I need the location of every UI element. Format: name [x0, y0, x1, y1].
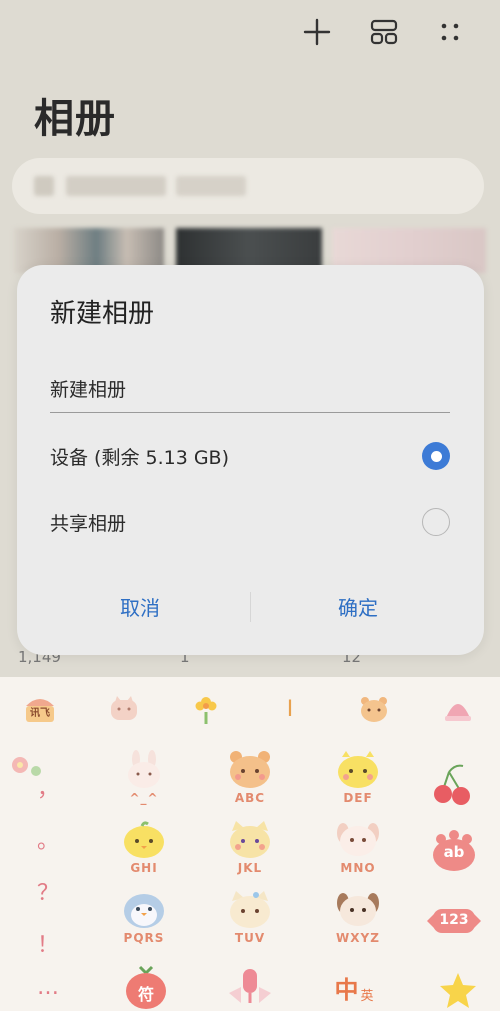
key-pqrs[interactable]: PQRS	[94, 889, 194, 955]
app-bar	[0, 0, 500, 70]
punctuation-comma[interactable]: ，	[14, 771, 82, 803]
key-ghi[interactable]: GHI	[94, 819, 194, 885]
ime-logo-text: 讯飞	[30, 708, 50, 719]
key-abc[interactable]: ABC	[200, 749, 300, 815]
key-label: WXYZ	[336, 931, 380, 945]
key-wxyz[interactable]: WXYZ	[308, 889, 408, 955]
hat-icon[interactable]	[440, 691, 476, 727]
layout-icon[interactable]	[364, 14, 404, 50]
keyboard: 讯飞 I ， 。 ？ ！ … ^_^ ABC DEF GHI JKL MNO a…	[0, 677, 500, 1011]
option-shared-album[interactable]: 共享相册	[50, 497, 450, 547]
cancel-button[interactable]: 取消	[50, 583, 230, 629]
bear-icon	[230, 751, 270, 788]
punctuation-exclamation[interactable]: ！	[14, 927, 82, 959]
flower-icon[interactable]	[188, 691, 224, 727]
blurred-text	[176, 176, 246, 196]
key-label: 123	[439, 912, 469, 928]
penguin-icon	[124, 894, 164, 928]
blurred-text	[34, 176, 54, 196]
key-switch-ab[interactable]: ab	[422, 823, 486, 879]
key-tuv[interactable]: TUV	[200, 889, 300, 955]
key-label: TUV	[234, 931, 266, 945]
key-jkl[interactable]: JKL	[200, 819, 300, 885]
chick-icon	[124, 821, 164, 858]
key-def[interactable]: DEF	[308, 749, 408, 815]
key-label: MNO	[340, 861, 376, 875]
radio-selected[interactable]	[422, 442, 450, 470]
add-icon[interactable]	[297, 14, 337, 50]
key-label: DEF	[343, 791, 373, 805]
star-key-icon[interactable]	[426, 963, 490, 1011]
search-bar[interactable]	[12, 158, 484, 214]
key-label: ^_^	[129, 791, 159, 805]
key-label: JKL	[237, 861, 263, 875]
blurred-text	[66, 176, 166, 196]
ime-logo-icon[interactable]: 讯飞	[22, 691, 58, 727]
key-label: ABC	[234, 791, 266, 805]
key-label: ab	[443, 843, 465, 861]
key-label-sub: 英	[360, 988, 374, 1004]
option-label: 共享相册	[50, 512, 127, 535]
key-mno[interactable]: MNO	[308, 819, 408, 885]
punctuation-column: ， 。 ？ ！ …	[12, 757, 82, 1007]
key-label: PQRS	[123, 931, 165, 945]
kitten-icon	[230, 891, 270, 928]
radio-unselected[interactable]	[422, 508, 450, 536]
key-label: GHI	[130, 861, 158, 875]
cat-icon	[230, 821, 270, 858]
album-name-input[interactable]	[50, 365, 450, 413]
sticker-icon[interactable]	[106, 691, 142, 727]
bunny-icon	[128, 750, 160, 788]
cursor-glyph: I	[286, 696, 294, 722]
dog-icon	[337, 893, 379, 926]
key-label-main: 中	[334, 975, 359, 1004]
key-language-switch[interactable]: 中 英	[322, 959, 386, 1011]
dialog-title: 新建相册	[50, 299, 155, 329]
punctuation-period[interactable]: 。	[14, 823, 82, 855]
key-symbols[interactable]: 符	[114, 959, 178, 1011]
button-divider	[250, 592, 251, 622]
key-label: 符	[137, 985, 154, 1004]
key-emoticon[interactable]: ^_^	[94, 749, 194, 815]
more-options-icon[interactable]	[430, 14, 470, 50]
microphone-icon[interactable]	[218, 959, 282, 1011]
confirm-button[interactable]: 确定	[268, 583, 448, 629]
cursor-icon[interactable]: I	[272, 691, 308, 727]
new-album-dialog: 新建相册 设备 (剩余 5.13 GB) 共享相册 取消 确定	[17, 265, 484, 655]
option-label: 设备 (剩余 5.13 GB)	[50, 446, 230, 469]
cherry-icon[interactable]	[422, 757, 486, 813]
option-device[interactable]: 设备 (剩余 5.13 GB)	[50, 431, 450, 481]
punctuation-ellipsis[interactable]: …	[14, 975, 82, 1000]
key-switch-123[interactable]: 123	[422, 893, 486, 949]
page-title: 相册	[34, 96, 116, 142]
bear-icon[interactable]	[356, 691, 392, 727]
puppy-icon	[337, 823, 379, 856]
chick-icon	[338, 751, 378, 788]
punctuation-question[interactable]: ？	[14, 875, 82, 907]
